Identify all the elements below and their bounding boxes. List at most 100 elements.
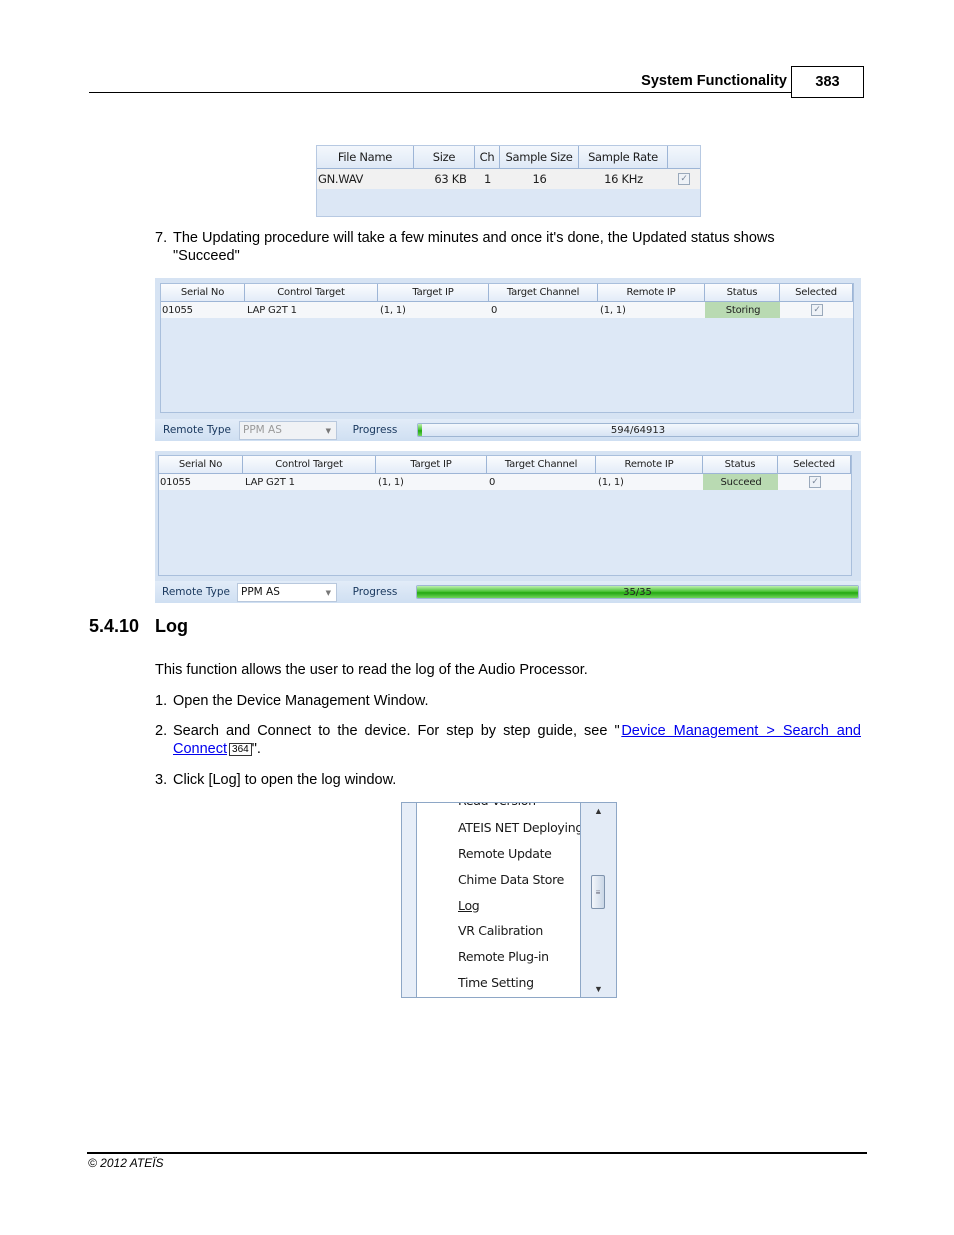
page-number: 383 bbox=[791, 66, 864, 98]
cell-control-target: LAP G2T 1 bbox=[245, 476, 295, 488]
selected-checkbox[interactable]: ✓ bbox=[811, 304, 823, 316]
cell-remote-ip: (1, 1) bbox=[598, 476, 624, 488]
column-header-target-ip[interactable]: Target IP bbox=[376, 456, 487, 473]
column-header-file-name[interactable]: File Name bbox=[317, 146, 414, 168]
column-header-remote-ip[interactable]: Remote IP bbox=[598, 284, 705, 301]
page-ref-icon[interactable]: 364 bbox=[229, 742, 252, 756]
scrollbar-thumb[interactable]: ≡ bbox=[591, 875, 605, 909]
progress-bar: 35/35 bbox=[416, 585, 859, 599]
scrollbar[interactable]: ▲ ≡ ▼ bbox=[580, 803, 616, 997]
cell-serial-no: 01055 bbox=[160, 476, 191, 488]
column-header-select[interactable] bbox=[668, 146, 700, 168]
step-2-line1: Search and Connect to the device. For st… bbox=[173, 722, 861, 740]
progress-text: 594/64913 bbox=[610, 424, 666, 436]
menu-item-time-setting[interactable]: Time Setting bbox=[458, 975, 534, 990]
menu-left-strip bbox=[402, 803, 417, 997]
step-1-number: 1. bbox=[155, 693, 168, 709]
cell-target-channel: 0 bbox=[491, 304, 498, 316]
column-header-remote-ip[interactable]: Remote IP bbox=[596, 456, 703, 473]
column-header-ch[interactable]: Ch bbox=[475, 146, 500, 168]
table-row[interactable]: GN.WAV 63 KB 1 16 16 KHz ✓ bbox=[317, 169, 700, 189]
link-device-management[interactable]: Device Management > Search and bbox=[621, 722, 861, 740]
table-row[interactable]: 01055 LAP G2T 1 (1, 1) 0 (1, 1) Succeed … bbox=[159, 474, 851, 490]
column-header-status[interactable]: Status bbox=[705, 284, 780, 301]
scroll-down-icon[interactable]: ▼ bbox=[581, 984, 616, 994]
step-7-line1: The Updating procedure will take a few m… bbox=[173, 230, 775, 246]
cell-target-ip: (1, 1) bbox=[378, 476, 404, 488]
column-header-target-ip[interactable]: Target IP bbox=[378, 284, 489, 301]
chevron-down-icon: ▼ bbox=[325, 588, 331, 597]
header-rule bbox=[89, 92, 791, 93]
row-checkbox[interactable]: ✓ bbox=[678, 173, 690, 185]
status-badge: Succeed bbox=[703, 474, 778, 490]
cell-sample-rate: 16 KHz bbox=[604, 172, 643, 186]
step-2-text-after: ". bbox=[251, 741, 261, 757]
step-3-number: 3. bbox=[155, 772, 168, 788]
file-table: File Name Size Ch Sample Size Sample Rat… bbox=[316, 145, 701, 217]
cell-selected: ✓ bbox=[780, 302, 853, 318]
progress-label: Progress bbox=[352, 424, 398, 436]
menu-item-vr-calibration[interactable]: VR Calibration bbox=[458, 923, 543, 938]
cell-serial-no: 01055 bbox=[162, 304, 193, 316]
column-header-target-channel[interactable]: Target Channel bbox=[487, 456, 596, 473]
remote-type-label: Remote Type bbox=[163, 424, 231, 436]
cell-select: ✓ bbox=[668, 169, 700, 189]
remote-type-value: PPM AS bbox=[243, 424, 282, 436]
step-7-number: 7. bbox=[155, 230, 168, 246]
menu-item-log[interactable]: Log bbox=[458, 898, 480, 913]
column-header-sample-rate[interactable]: Sample Rate bbox=[579, 146, 668, 168]
selected-checkbox[interactable]: ✓ bbox=[809, 476, 821, 488]
progress-text: 35/35 bbox=[623, 586, 652, 598]
column-header-serial-no[interactable]: Serial No bbox=[161, 284, 245, 301]
menu-item-remote-plug-in[interactable]: Remote Plug-in bbox=[458, 949, 549, 964]
cell-target-ip: (1, 1) bbox=[380, 304, 406, 316]
cell-size: 63 KB bbox=[434, 172, 467, 186]
column-header-target-channel[interactable]: Target Channel bbox=[489, 284, 598, 301]
cell-selected: ✓ bbox=[778, 474, 851, 490]
device-grid-header: Serial No Control Target Target IP Targe… bbox=[161, 284, 853, 302]
column-header-selected[interactable]: Selected bbox=[778, 456, 851, 473]
cell-sample-size: 16 bbox=[532, 172, 547, 186]
footer-copyright: © 2012 ATEÏS bbox=[88, 1156, 164, 1170]
menu-item-read-version[interactable]: Read Version bbox=[458, 803, 536, 808]
device-grid: Serial No Control Target Target IP Targe… bbox=[158, 455, 852, 576]
column-header-control-target[interactable]: Control Target bbox=[245, 284, 378, 301]
cell-file-name: GN.WAV bbox=[318, 172, 364, 186]
device-grid-header: Serial No Control Target Target IP Targe… bbox=[159, 456, 851, 474]
status-badge: Storing bbox=[705, 302, 780, 318]
device-panel-storing: Serial No Control Target Target IP Targe… bbox=[155, 278, 861, 441]
device-panel-succeed: Serial No Control Target Target IP Targe… bbox=[155, 451, 861, 603]
column-header-status[interactable]: Status bbox=[703, 456, 778, 473]
column-header-control-target[interactable]: Control Target bbox=[243, 456, 376, 473]
column-header-sample-size[interactable]: Sample Size bbox=[500, 146, 579, 168]
intro-text: This function allows the user to read th… bbox=[155, 662, 588, 678]
header-section-title: System Functionality bbox=[641, 73, 787, 89]
section-number: 5.4.10 bbox=[89, 616, 140, 636]
section-title: Log bbox=[155, 616, 188, 636]
menu-item-ateis-net-deploying[interactable]: ATEIS NET Deploying bbox=[458, 820, 583, 835]
step-1-text: Open the Device Management Window. bbox=[173, 693, 429, 709]
remote-type-label: Remote Type bbox=[162, 586, 230, 598]
step-3-text: Click [Log] to open the log window. bbox=[173, 772, 397, 788]
cell-target-channel: 0 bbox=[489, 476, 496, 488]
remote-type-value: PPM AS bbox=[241, 586, 280, 598]
scroll-up-icon[interactable]: ▲ bbox=[581, 806, 616, 816]
cell-control-target: LAP G2T 1 bbox=[247, 304, 297, 316]
column-header-size[interactable]: Size bbox=[414, 146, 475, 168]
step-7-line2: "Succeed" bbox=[173, 248, 240, 264]
remote-type-select[interactable]: PPM AS ▼ bbox=[237, 582, 337, 602]
step-2-text-before: Search and Connect to the device. For st… bbox=[173, 723, 620, 739]
column-header-selected[interactable]: Selected bbox=[780, 284, 853, 301]
cell-remote-ip: (1, 1) bbox=[600, 304, 626, 316]
remote-type-select[interactable]: PPM AS ▼ bbox=[239, 420, 337, 440]
menu-item-remote-update[interactable]: Remote Update bbox=[458, 846, 552, 861]
progress-bar: 594/64913 bbox=[417, 423, 859, 437]
footer-rule bbox=[87, 1152, 867, 1154]
step-7-text: The Updating procedure will take a few m… bbox=[173, 229, 863, 265]
step-2-text: Search and Connect to the device. For st… bbox=[173, 722, 861, 758]
cell-ch: 1 bbox=[483, 172, 492, 186]
column-header-serial-no[interactable]: Serial No bbox=[159, 456, 243, 473]
table-row[interactable]: 01055 LAP G2T 1 (1, 1) 0 (1, 1) Storing … bbox=[161, 302, 853, 318]
link-connect[interactable]: Connect bbox=[173, 741, 227, 757]
menu-item-chime-data-store[interactable]: Chime Data Store bbox=[458, 872, 564, 887]
